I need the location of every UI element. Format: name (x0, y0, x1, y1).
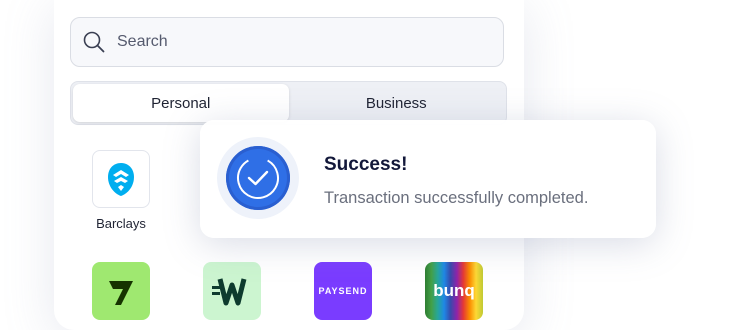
account-type-tabs: Personal Business (70, 81, 507, 125)
search-field[interactable] (70, 17, 504, 67)
bank-item-paysend[interactable]: PAYSEND (313, 262, 373, 320)
tab-personal[interactable]: Personal (73, 84, 289, 122)
bank-item-barclays[interactable]: Barclays (91, 150, 151, 231)
bank-item-wirex[interactable] (202, 262, 262, 320)
toast-title: Success! (324, 154, 408, 175)
bunq-logo-icon: bunq (425, 262, 483, 320)
success-toast: Success! Transaction successfully comple… (200, 120, 656, 238)
paysend-logo-icon: PAYSEND (314, 262, 372, 320)
toast-message: Transaction successfully completed. (324, 189, 589, 207)
bank-item-bunq[interactable]: bunq (424, 262, 484, 320)
search-input[interactable] (115, 32, 503, 52)
check-icon (226, 146, 290, 210)
wise-logo-icon (92, 262, 150, 320)
success-icon-ring (217, 137, 299, 219)
bank-label-barclays: Barclays (96, 216, 146, 231)
search-icon (83, 31, 105, 53)
barclays-logo-icon (92, 150, 150, 208)
wirex-logo-icon (203, 262, 261, 320)
tab-business[interactable]: Business (289, 84, 505, 122)
bank-item-wise[interactable] (91, 262, 151, 320)
